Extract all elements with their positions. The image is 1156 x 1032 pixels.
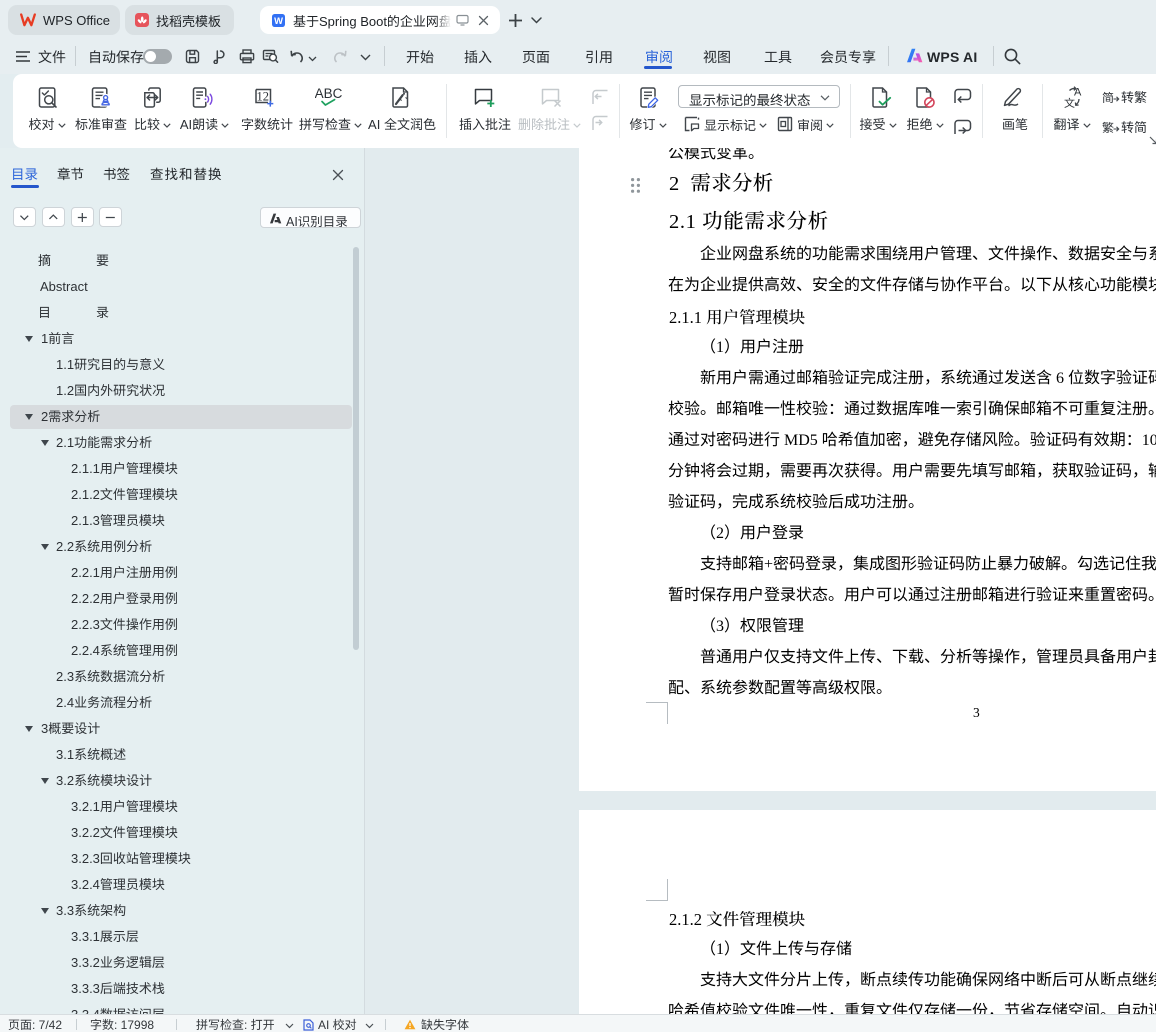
- svg-text:ABC: ABC: [315, 86, 342, 101]
- svg-text:W: W: [274, 14, 283, 25]
- svg-text:12: 12: [257, 89, 270, 103]
